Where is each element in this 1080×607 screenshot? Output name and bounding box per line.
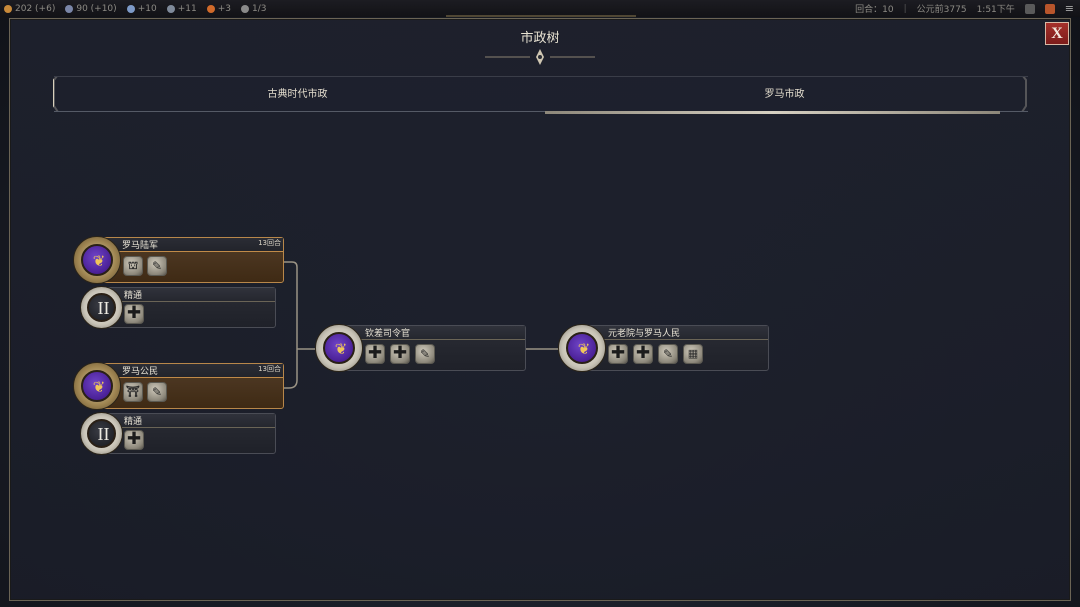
plus-icon[interactable]: ✚ <box>124 430 144 450</box>
civic-name: 罗马陆军 <box>122 241 159 251</box>
civic-name: 元老院与罗马人民 <box>608 329 681 339</box>
plus-icon[interactable]: ✚ <box>633 344 653 364</box>
civics-tree-screen: 202 (+6) 90 (+10) +10 +11 +3 1/3 回合：10 | 公元前3… <box>0 0 1080 607</box>
building-icon[interactable]: ▦ <box>683 344 703 364</box>
policy-card-icon[interactable]: ✎ <box>658 344 678 364</box>
policy-card-icon[interactable]: ✎ <box>147 256 167 276</box>
plus-icon[interactable]: ✚ <box>365 344 385 364</box>
barracks-icon[interactable]: ⛫ <box>123 256 143 276</box>
civic-name: 钦差司令官 <box>365 329 411 339</box>
roman-numeral: II <box>97 424 110 444</box>
civic-node-senate[interactable]: 元老院与罗马人民 ❦ ✚ ✚ ✎ ▦ <box>558 324 770 372</box>
temple-icon[interactable]: ⛩ <box>123 382 143 402</box>
plus-icon[interactable]: ✚ <box>608 344 628 364</box>
civic-medal: ❦ <box>315 324 363 372</box>
civic-medal: ❦ <box>73 236 121 284</box>
civic-turns: 13回合 <box>258 365 281 373</box>
civic-node-commander[interactable]: 钦差司令官 ❦ ✚ ✚ ✎ <box>315 324 527 372</box>
mastery-medal: II <box>80 412 123 455</box>
plus-icon[interactable]: ✚ <box>124 304 144 324</box>
civic-node-roman-legion-mastery[interactable]: 精通 II ✚ <box>80 286 277 329</box>
plus-icon[interactable]: ✚ <box>390 344 410 364</box>
civic-medal: ❦ <box>558 324 606 372</box>
mastery-medal: II <box>80 286 123 329</box>
civic-turns: 13回合 <box>258 239 281 247</box>
civic-node-roman-legion[interactable]: 罗马陆军 13回合 ❦ ⛫ ✎ <box>73 236 285 284</box>
laurel-icon: ❦ <box>577 340 591 358</box>
civic-node-roman-citizens[interactable]: 罗马公民 13回合 ❦ ⛩ ✎ <box>73 362 285 410</box>
roman-numeral: II <box>97 298 110 318</box>
laurel-icon: ❦ <box>92 252 106 270</box>
civic-medal: ❦ <box>73 362 121 410</box>
civic-name: 精通 <box>124 291 143 301</box>
laurel-icon: ❦ <box>92 378 106 396</box>
civic-node-roman-citizens-mastery[interactable]: 精通 II ✚ <box>80 412 277 455</box>
laurel-icon: ❦ <box>334 340 348 358</box>
civic-name: 精通 <box>124 417 143 427</box>
civic-name: 罗马公民 <box>122 367 159 377</box>
policy-card-icon[interactable]: ✎ <box>147 382 167 402</box>
policy-card-icon[interactable]: ✎ <box>415 344 435 364</box>
